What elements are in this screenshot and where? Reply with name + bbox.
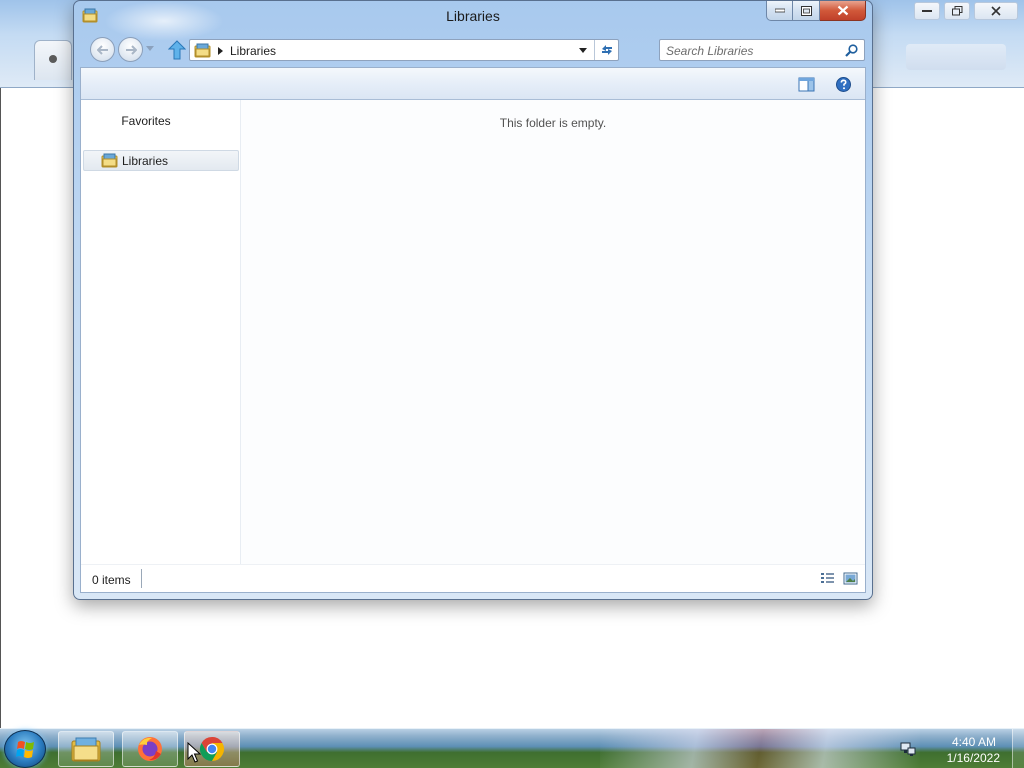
up-arrow-icon[interactable]: [168, 40, 186, 60]
navigation-pane: Favorites Libraries: [81, 100, 241, 564]
nav-item-libraries[interactable]: Libraries: [83, 150, 239, 171]
forward-button[interactable]: [118, 37, 143, 62]
restore-icon: [800, 5, 812, 16]
address-history-dropdown[interactable]: [574, 40, 592, 60]
mouse-cursor-icon: [187, 742, 201, 763]
tab-close-icon[interactable]: [49, 55, 57, 63]
item-count: 0 items: [92, 573, 131, 587]
minimize-icon: [774, 8, 785, 13]
nav-item-label: Libraries: [122, 154, 169, 168]
address-path[interactable]: Libraries: [230, 44, 276, 58]
background-close-button[interactable]: [974, 2, 1018, 20]
breadcrumb-chevron-icon[interactable]: [218, 47, 223, 55]
libraries-explorer-window: Libraries Libraries Search Libraries Fav…: [73, 0, 873, 600]
search-box[interactable]: [659, 39, 865, 61]
background-tab[interactable]: [34, 40, 72, 80]
libraries-folder-icon: [194, 43, 211, 58]
status-divider: [141, 569, 142, 588]
address-bar[interactable]: Libraries: [189, 39, 619, 61]
windows-start-icon: [16, 741, 34, 758]
help-icon[interactable]: [835, 76, 852, 93]
clock-date[interactable]: 1/16/2022: [947, 751, 1000, 765]
preview-pane-icon[interactable]: [798, 76, 815, 93]
back-button[interactable]: [90, 37, 115, 62]
empty-folder-message: This folder is empty.: [499, 116, 607, 130]
search-input[interactable]: [666, 43, 836, 58]
background-caption-buttons: [914, 2, 1018, 20]
details-view-icon[interactable]: [820, 572, 835, 585]
show-desktop-button[interactable]: [1012, 729, 1024, 768]
maximize-button[interactable]: [793, 1, 820, 21]
notification-area: 4:40 AM 1/16/2022: [894, 729, 1024, 768]
refresh-button[interactable]: [594, 40, 618, 60]
restore-icon: [951, 6, 962, 16]
status-bar: 0 items: [81, 564, 865, 592]
file-list-area[interactable]: This folder is empty.: [241, 100, 865, 564]
window-title: Libraries: [446, 8, 500, 24]
clock-time[interactable]: 4:40 AM: [952, 735, 996, 749]
minimize-button[interactable]: [766, 1, 793, 21]
navigation-bar: Libraries: [86, 35, 865, 65]
background-minimize-button[interactable]: [914, 2, 940, 20]
libraries-folder-icon: [101, 153, 118, 168]
taskbar: 4:40 AM 1/16/2022: [0, 728, 1024, 768]
background-restore-button[interactable]: [944, 2, 970, 20]
favorites-header[interactable]: Favorites: [81, 114, 211, 128]
network-icon[interactable]: [900, 741, 916, 757]
close-icon: [991, 6, 1001, 16]
taskbar-explorer-button[interactable]: [58, 731, 114, 767]
taskbar-firefox-button[interactable]: [122, 731, 178, 767]
explorer-client-area: Favorites Libraries This folder is empty…: [80, 67, 866, 593]
background-toolbar: [906, 44, 1006, 70]
caption-buttons: [766, 1, 866, 21]
firefox-icon: [138, 737, 162, 761]
folder-icon: [71, 737, 101, 762]
refresh-icon: [601, 45, 612, 55]
large-icons-view-icon[interactable]: [843, 572, 858, 585]
chrome-icon: [199, 737, 225, 761]
close-icon: [837, 5, 848, 16]
close-button[interactable]: [820, 1, 866, 21]
search-icon[interactable]: [845, 44, 858, 57]
back-arrow-icon: [96, 44, 108, 55]
recent-pages-dropdown[interactable]: [146, 46, 154, 51]
command-bar: [81, 68, 865, 100]
minimize-icon: [922, 10, 932, 12]
start-button[interactable]: [4, 730, 46, 768]
forward-arrow-icon: [125, 44, 137, 55]
